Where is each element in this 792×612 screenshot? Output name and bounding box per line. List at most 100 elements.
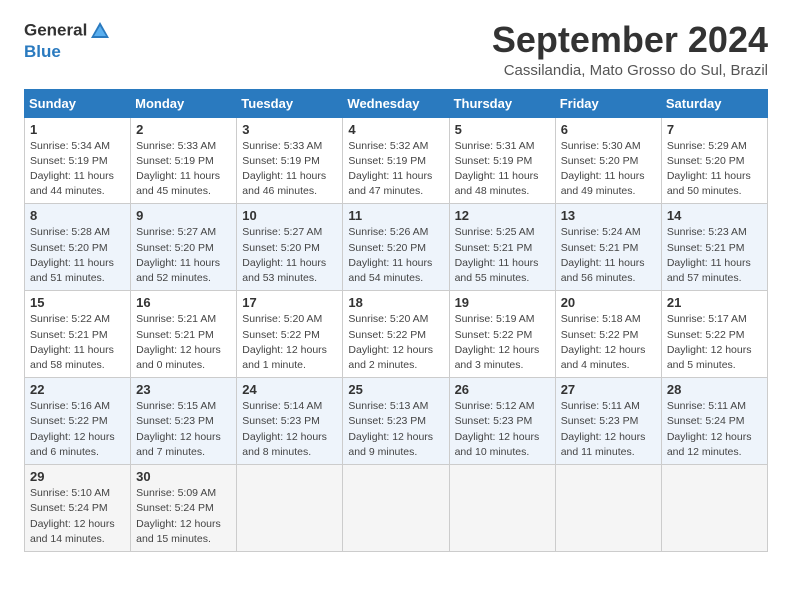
calendar-cell: 2Sunrise: 5:33 AMSunset: 5:19 PMDaylight… — [131, 117, 237, 204]
calendar-cell — [661, 465, 767, 552]
weekday-header: Tuesday — [237, 89, 343, 117]
calendar-cell: 15 Sunrise: 5:22 AMSunset: 5:21 PMDayligh… — [25, 291, 131, 378]
day-number: 8 — [30, 208, 125, 223]
day-number: 2 — [136, 122, 231, 137]
day-info: Sunrise: 5:22 AMSunset: 5:21 PMDaylight:… — [30, 312, 125, 373]
day-info: Sunrise: 5:27 AMSunset: 5:20 PMDaylight:… — [136, 225, 231, 286]
day-info: Sunrise: 5:23 AMSunset: 5:21 PMDaylight:… — [667, 225, 762, 286]
day-info: Sunrise: 5:16 AMSunset: 5:22 PMDaylight:… — [30, 399, 125, 460]
calendar-cell: 5 Sunrise: 5:31 AMSunset: 5:19 PMDaylight… — [449, 117, 555, 204]
month-title: September 2024 — [492, 20, 768, 60]
calendar-cell: 24 Sunrise: 5:14 AMSunset: 5:23 PMDayligh… — [237, 378, 343, 465]
day-info: Sunrise: 5:18 AMSunset: 5:22 PMDaylight:… — [561, 312, 656, 373]
calendar-cell: 14 Sunrise: 5:23 AMSunset: 5:21 PMDayligh… — [661, 204, 767, 291]
day-number: 17 — [242, 295, 337, 310]
day-info: Sunrise: 5:32 AMSunset: 5:19 PMDaylight:… — [348, 139, 443, 200]
calendar-cell: 13Sunrise: 5:24 AMSunset: 5:21 PMDayligh… — [555, 204, 661, 291]
day-info: Sunrise: 5:11 AMSunset: 5:24 PMDaylight:… — [667, 399, 762, 460]
calendar-cell: 16Sunrise: 5:21 AMSunset: 5:21 PMDayligh… — [131, 291, 237, 378]
day-number: 4 — [348, 122, 443, 137]
day-number: 23 — [136, 382, 231, 397]
day-info: Sunrise: 5:21 AMSunset: 5:21 PMDaylight:… — [136, 312, 231, 373]
calendar-cell: 10 Sunrise: 5:27 AMSunset: 5:20 PMDayligh… — [237, 204, 343, 291]
weekday-header: Sunday — [25, 89, 131, 117]
day-number: 25 — [348, 382, 443, 397]
calendar-cell: 4 Sunrise: 5:32 AMSunset: 5:19 PMDaylight… — [343, 117, 449, 204]
day-info: Sunrise: 5:25 AMSunset: 5:21 PMDaylight:… — [455, 225, 550, 286]
calendar-cell: 3 Sunrise: 5:33 AMSunset: 5:19 PMDaylight… — [237, 117, 343, 204]
day-number: 24 — [242, 382, 337, 397]
day-info: Sunrise: 5:34 AMSunset: 5:19 PMDaylight:… — [30, 139, 125, 200]
day-number: 9 — [136, 208, 231, 223]
calendar-cell: 18 Sunrise: 5:20 AMSunset: 5:22 PMDayligh… — [343, 291, 449, 378]
day-info: Sunrise: 5:14 AMSunset: 5:23 PMDaylight:… — [242, 399, 337, 460]
day-number: 6 — [561, 122, 656, 137]
calendar-cell: 12Sunrise: 5:25 AMSunset: 5:21 PMDayligh… — [449, 204, 555, 291]
day-number: 18 — [348, 295, 443, 310]
day-number: 22 — [30, 382, 125, 397]
day-number: 14 — [667, 208, 762, 223]
day-info: Sunrise: 5:24 AMSunset: 5:21 PMDaylight:… — [561, 225, 656, 286]
day-number: 10 — [242, 208, 337, 223]
day-number: 21 — [667, 295, 762, 310]
day-info: Sunrise: 5:29 AMSunset: 5:20 PMDaylight:… — [667, 139, 762, 200]
day-number: 28 — [667, 382, 762, 397]
day-number: 5 — [455, 122, 550, 137]
day-info: Sunrise: 5:26 AMSunset: 5:20 PMDaylight:… — [348, 225, 443, 286]
day-info: Sunrise: 5:20 AMSunset: 5:22 PMDaylight:… — [242, 312, 337, 373]
day-number: 3 — [242, 122, 337, 137]
day-number: 7 — [667, 122, 762, 137]
calendar-cell — [237, 465, 343, 552]
weekday-header: Monday — [131, 89, 237, 117]
title-block: September 2024 Cassilandia, Mato Grosso … — [492, 20, 768, 79]
calendar-table: SundayMondayTuesdayWednesdayThursdayFrid… — [24, 89, 768, 552]
calendar-cell: 29 Sunrise: 5:10 AMSunset: 5:24 PMDayligh… — [25, 465, 131, 552]
calendar-cell — [343, 465, 449, 552]
calendar-cell — [555, 465, 661, 552]
day-info: Sunrise: 5:10 AMSunset: 5:24 PMDaylight:… — [30, 486, 125, 547]
weekday-header: Wednesday — [343, 89, 449, 117]
day-info: Sunrise: 5:31 AMSunset: 5:19 PMDaylight:… — [455, 139, 550, 200]
calendar-cell: 22 Sunrise: 5:16 AMSunset: 5:22 PMDayligh… — [25, 378, 131, 465]
calendar-cell: 9 Sunrise: 5:27 AMSunset: 5:20 PMDaylight… — [131, 204, 237, 291]
weekday-header: Saturday — [661, 89, 767, 117]
calendar-cell: 8Sunrise: 5:28 AMSunset: 5:20 PMDaylight… — [25, 204, 131, 291]
location-subtitle: Cassilandia, Mato Grosso do Sul, Brazil — [492, 62, 768, 79]
calendar-cell: 19Sunrise: 5:19 AMSunset: 5:22 PMDayligh… — [449, 291, 555, 378]
day-number: 30 — [136, 469, 231, 484]
weekday-header: Friday — [555, 89, 661, 117]
day-number: 11 — [348, 208, 443, 223]
calendar-cell: 7 Sunrise: 5:29 AMSunset: 5:20 PMDaylight… — [661, 117, 767, 204]
day-number: 15 — [30, 295, 125, 310]
calendar-cell: 20 Sunrise: 5:18 AMSunset: 5:22 PMDayligh… — [555, 291, 661, 378]
day-number: 29 — [30, 469, 125, 484]
day-info: Sunrise: 5:33 AMSunset: 5:19 PMDaylight:… — [242, 139, 337, 200]
day-info: Sunrise: 5:13 AMSunset: 5:23 PMDaylight:… — [348, 399, 443, 460]
calendar-cell: 17 Sunrise: 5:20 AMSunset: 5:22 PMDayligh… — [237, 291, 343, 378]
weekday-header: Thursday — [449, 89, 555, 117]
day-number: 26 — [455, 382, 550, 397]
day-info: Sunrise: 5:09 AMSunset: 5:24 PMDaylight:… — [136, 486, 231, 547]
calendar-cell: 27 Sunrise: 5:11 AMSunset: 5:23 PMDayligh… — [555, 378, 661, 465]
calendar-cell: 26 Sunrise: 5:12 AMSunset: 5:23 PMDayligh… — [449, 378, 555, 465]
calendar-cell: 30 Sunrise: 5:09 AMSunset: 5:24 PMDayligh… — [131, 465, 237, 552]
calendar-cell: 1 Sunrise: 5:34 AMSunset: 5:19 PMDaylight… — [25, 117, 131, 204]
day-info: Sunrise: 5:27 AMSunset: 5:20 PMDaylight:… — [242, 225, 337, 286]
day-number: 20 — [561, 295, 656, 310]
calendar-cell: 25 Sunrise: 5:13 AMSunset: 5:23 PMDayligh… — [343, 378, 449, 465]
day-info: Sunrise: 5:15 AMSunset: 5:23 PMDaylight:… — [136, 399, 231, 460]
day-info: Sunrise: 5:11 AMSunset: 5:23 PMDaylight:… — [561, 399, 656, 460]
calendar-cell — [449, 465, 555, 552]
calendar-cell: 28 Sunrise: 5:11 AMSunset: 5:24 PMDayligh… — [661, 378, 767, 465]
day-number: 1 — [30, 122, 125, 137]
day-number: 27 — [561, 382, 656, 397]
calendar-cell: 23 Sunrise: 5:15 AMSunset: 5:23 PMDayligh… — [131, 378, 237, 465]
calendar-cell: 11 Sunrise: 5:26 AMSunset: 5:20 PMDayligh… — [343, 204, 449, 291]
calendar-cell: 21Sunrise: 5:17 AMSunset: 5:22 PMDayligh… — [661, 291, 767, 378]
day-info: Sunrise: 5:30 AMSunset: 5:20 PMDaylight:… — [561, 139, 656, 200]
day-info: Sunrise: 5:20 AMSunset: 5:22 PMDaylight:… — [348, 312, 443, 373]
calendar-cell: 6 Sunrise: 5:30 AMSunset: 5:20 PMDaylight… — [555, 117, 661, 204]
page-header: General Blue September 2024 Cassilandia,… — [24, 20, 768, 79]
day-number: 19 — [455, 295, 550, 310]
day-info: Sunrise: 5:12 AMSunset: 5:23 PMDaylight:… — [455, 399, 550, 460]
